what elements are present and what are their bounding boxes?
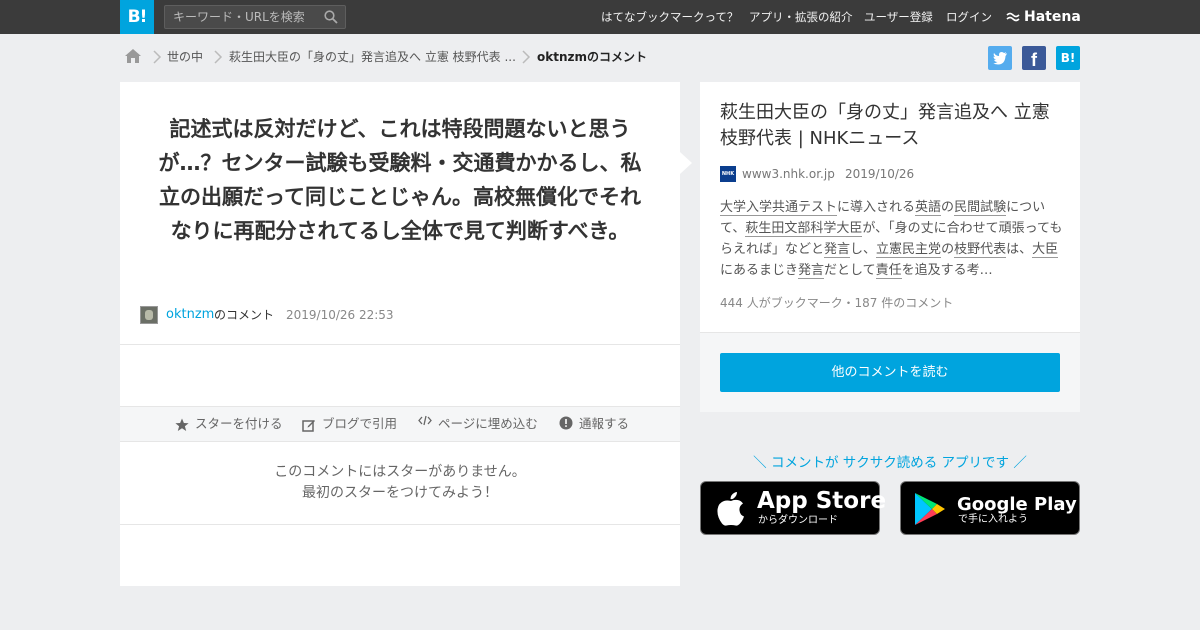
add-star-label: スターを付ける bbox=[195, 416, 283, 431]
speech-arrow bbox=[680, 152, 692, 174]
comment-date[interactable]: 2019/10/26 22:53 bbox=[286, 306, 394, 324]
blog-quote-label: ブログで引用 bbox=[322, 416, 398, 431]
no-star-line-2: 最初のスターをつけてみよう！ bbox=[302, 485, 498, 501]
nav-login[interactable]: ログイン bbox=[946, 0, 992, 34]
keyword-link[interactable]: 大学入学共通テスト bbox=[720, 200, 838, 216]
search-box[interactable] bbox=[164, 5, 346, 29]
breadcrumb-entry[interactable]: 萩生田大臣の「身の丈」発言追及へ 立憲 枝野代表 ... bbox=[229, 48, 516, 66]
hatena-wave-icon bbox=[1006, 12, 1020, 22]
description-text: の bbox=[941, 242, 955, 257]
google-play-button[interactable]: Google Play で手に入れよう bbox=[900, 481, 1080, 535]
breadcrumb-category[interactable]: 世の中 bbox=[167, 48, 203, 66]
nav-apps[interactable]: アプリ・拡張の紹介 bbox=[749, 0, 853, 34]
no-star-message: このコメントにはスターがありません。 最初のスターをつけてみよう！ bbox=[120, 462, 680, 504]
blog-quote-button[interactable]: ブログで引用 bbox=[302, 407, 397, 441]
add-star-button[interactable]: スターを付ける bbox=[175, 407, 283, 441]
nav-register[interactable]: ユーザー登録 bbox=[864, 0, 933, 34]
apple-icon bbox=[717, 492, 744, 526]
divider bbox=[120, 344, 680, 345]
description-text: の bbox=[941, 200, 955, 215]
entry-stats[interactable]: 444 人がブックマーク・187 件のコメント bbox=[720, 294, 953, 312]
keyword-link[interactable]: 萩生田文部科学大臣 bbox=[745, 221, 863, 237]
comment-user-link[interactable]: oktnzm bbox=[166, 306, 214, 324]
home-icon[interactable] bbox=[124, 47, 142, 65]
nhk-favicon-icon: NHK bbox=[720, 166, 736, 182]
description-text: に導入される bbox=[837, 200, 916, 215]
hatena-bookmark-logo[interactable]: B! bbox=[120, 0, 154, 34]
app-promo-text[interactable]: ＼ コメントが サクサク読める アプリです ／ bbox=[700, 453, 1080, 473]
twitter-icon bbox=[993, 52, 1007, 65]
entry-title-link[interactable]: 萩生田大臣の「身の丈」発言追及へ 立憲 枝野代表 | NHKニュース bbox=[720, 100, 1065, 152]
chevron-right-icon bbox=[214, 50, 223, 64]
keyword-link[interactable]: 発言 bbox=[798, 263, 825, 279]
description-text: を追及する考… bbox=[901, 263, 993, 278]
divider bbox=[120, 524, 680, 525]
twitter-share-button[interactable] bbox=[988, 46, 1012, 70]
star-icon bbox=[175, 418, 189, 431]
google-play-icon bbox=[915, 493, 945, 525]
chevron-right-icon bbox=[153, 50, 162, 64]
entry-description: 大学入学共通テストに導入される英語の民間試験について、萩生田文部科学大臣が、「身… bbox=[720, 197, 1065, 281]
keyword-link[interactable]: 責任 bbox=[875, 263, 902, 279]
avatar[interactable] bbox=[140, 306, 158, 324]
keyword-link[interactable]: 発言 bbox=[824, 242, 851, 258]
search-input[interactable] bbox=[165, 6, 315, 28]
entry-date: 2019/10/26 bbox=[845, 167, 915, 181]
no-star-line-1: このコメントにはスターがありません。 bbox=[274, 464, 526, 480]
breadcrumb-current: oktnzmのコメント bbox=[537, 50, 647, 64]
keyword-link[interactable]: 枝野代表 bbox=[954, 242, 1007, 258]
keyword-link[interactable]: 大臣 bbox=[1032, 242, 1059, 258]
hatena-brand-label: Hatena bbox=[1024, 9, 1081, 25]
keyword-link[interactable]: 民間試験 bbox=[954, 200, 1007, 216]
app-store-sublabel: からダウンロード bbox=[758, 515, 838, 526]
search-icon[interactable] bbox=[324, 10, 338, 24]
nav-about[interactable]: はてなブックマークって？ bbox=[601, 0, 738, 34]
comment-text: 記述式は反対だけど、これは特段問題ないと思うが…？センター試験も受験料・交通費か… bbox=[158, 117, 642, 243]
app-store-label: App Store bbox=[757, 488, 887, 514]
facebook-icon: f bbox=[1031, 50, 1037, 70]
keyword-link[interactable]: 立憲民主党 bbox=[876, 242, 942, 258]
chevron-right-icon bbox=[522, 50, 531, 64]
description-text: し、 bbox=[850, 242, 877, 257]
entry-domain[interactable]: www3.nhk.or.jp bbox=[742, 166, 835, 182]
hatena-bookmark-icon: B! bbox=[1060, 51, 1076, 65]
app-store-button[interactable]: App Store からダウンロード bbox=[700, 481, 886, 535]
report-label: 通報する bbox=[579, 416, 630, 431]
code-icon bbox=[418, 415, 432, 425]
description-text: にあるまじき bbox=[720, 263, 799, 278]
facebook-share-button[interactable]: f bbox=[1022, 46, 1046, 70]
alert-icon bbox=[559, 416, 573, 429]
embed-label: ページに埋め込む bbox=[438, 416, 538, 431]
comment-user-suffix: のコメント bbox=[214, 308, 275, 322]
google-play-sublabel: で手に入れよう bbox=[958, 514, 1028, 525]
description-text: だとして bbox=[824, 263, 876, 278]
embed-button[interactable]: ページに埋め込む bbox=[418, 407, 538, 441]
description-text: は、 bbox=[1006, 242, 1033, 257]
hatena-share-button[interactable]: B! bbox=[1056, 46, 1080, 70]
report-button[interactable]: 通報する bbox=[559, 407, 629, 441]
edit-icon bbox=[302, 419, 315, 432]
keyword-link[interactable]: 英語 bbox=[915, 200, 942, 216]
read-comments-button[interactable]: 他のコメントを読む bbox=[720, 353, 1060, 392]
hatena-brand[interactable]: Hatena bbox=[1006, 0, 1081, 34]
